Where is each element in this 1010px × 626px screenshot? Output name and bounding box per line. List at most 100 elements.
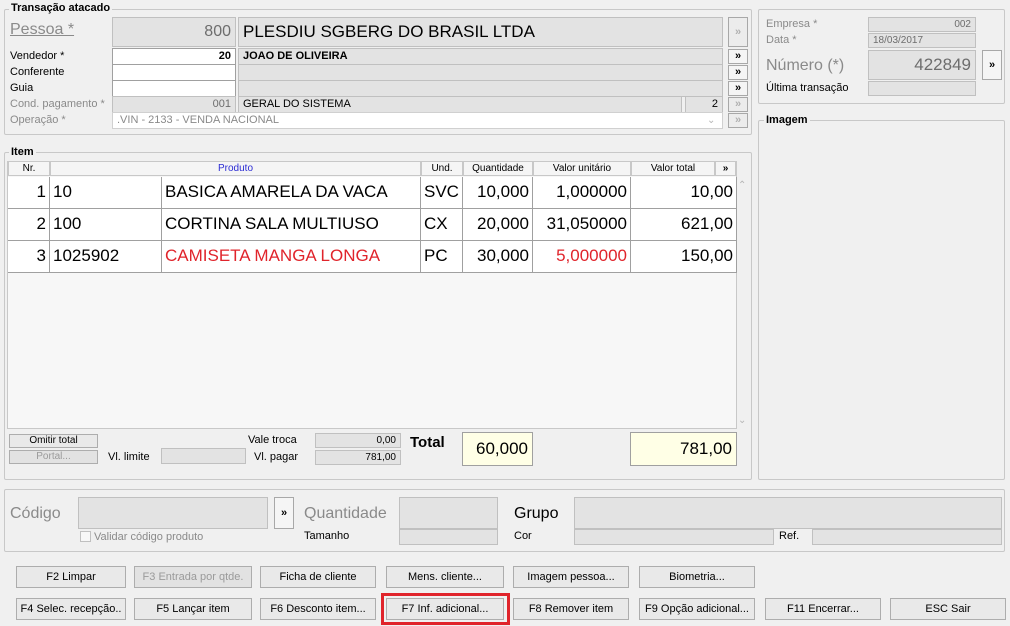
row-3-unit[interactable]: 5,000000: [533, 241, 631, 273]
row-1-und[interactable]: SVC: [421, 177, 463, 209]
columns-menu-button[interactable]: »: [715, 161, 736, 176]
guia-name-field: [238, 80, 723, 97]
row-3-code[interactable]: 1025902: [50, 241, 162, 273]
ficha-cliente-button[interactable]: Ficha de cliente: [260, 566, 376, 588]
column-quantidade[interactable]: Quantidade: [463, 161, 533, 176]
empresa-label: Empresa *: [766, 18, 818, 30]
column-valor-total[interactable]: Valor total: [631, 161, 715, 176]
tamanho-field: [399, 529, 498, 545]
conferente-code-field[interactable]: [112, 64, 236, 81]
ref-label: Ref.: [779, 530, 800, 542]
vendedor-label: Vendedor *: [10, 50, 65, 62]
transacao-title: Transação atacado: [9, 2, 113, 14]
codigo-lookup-button[interactable]: »: [274, 497, 294, 529]
vl-pagar-field: 781,00: [315, 450, 401, 465]
total-label: Total: [410, 434, 445, 451]
scroll-up-icon[interactable]: ⌃: [738, 180, 746, 191]
esc-sair-button[interactable]: ESC Sair: [890, 598, 1006, 620]
vendedor-name-field: JOAO DE OLIVEIRA: [238, 48, 723, 65]
conferente-lookup-button[interactable]: »: [728, 65, 748, 80]
vl-limite-label: Vl. limite: [108, 451, 150, 463]
ultima-transacao-field: [868, 81, 976, 96]
operacao-lookup-button[interactable]: »: [728, 113, 748, 128]
guia-lookup-button[interactable]: »: [728, 81, 748, 96]
scroll-down-icon[interactable]: ⌄: [738, 415, 746, 426]
codigo-input[interactable]: [78, 497, 268, 529]
imagem-pessoa-button[interactable]: Imagem pessoa...: [513, 566, 629, 588]
row-3-und[interactable]: PC: [421, 241, 463, 273]
f5-lancar-item-button[interactable]: F5 Lançar item: [134, 598, 252, 620]
f4-selec-recepcao-button[interactable]: F4 Selec. recepção..: [16, 598, 126, 620]
f11-encerrar-button[interactable]: F11 Encerrar...: [765, 598, 881, 620]
f6-desconto-item-button[interactable]: F6 Desconto item...: [260, 598, 376, 620]
row-2-nr[interactable]: 2: [8, 209, 50, 241]
conferente-name-field: [238, 64, 723, 81]
guia-code-field[interactable]: [112, 80, 236, 97]
pessoa-label: Pessoa *: [10, 21, 75, 38]
cond-pagamento-num-field: 2: [685, 96, 723, 113]
f3-entrada-button[interactable]: F3 Entrada por qtde.: [134, 566, 252, 588]
row-1-qty[interactable]: 10,000: [463, 177, 533, 209]
codigo-label: Código: [10, 505, 61, 522]
column-produto[interactable]: Produto: [50, 161, 421, 176]
vendedor-lookup-button[interactable]: »: [728, 49, 748, 64]
omitir-total-button[interactable]: Omitir total: [9, 434, 98, 448]
row-2-und[interactable]: CX: [421, 209, 463, 241]
vl-pagar-label: Vl. pagar: [254, 451, 299, 463]
row-1-nr[interactable]: 1: [8, 177, 50, 209]
quantidade-label: Quantidade: [304, 505, 387, 522]
row-2-total[interactable]: 621,00: [631, 209, 737, 241]
cond-pagamento-code-field[interactable]: 001: [112, 96, 236, 113]
f8-remover-item-button[interactable]: F8 Remover item: [513, 598, 629, 620]
operacao-label: Operação *: [10, 114, 66, 126]
numero-label: Número (*): [766, 57, 845, 74]
total-qty-field: 60,000: [462, 432, 533, 466]
row-3-qty[interactable]: 30,000: [463, 241, 533, 273]
vale-troca-field: 0,00: [315, 433, 401, 448]
cond-pagamento-label: Cond. pagamento *: [10, 98, 105, 110]
biometria-button[interactable]: Biometria...: [639, 566, 755, 588]
vendedor-code-field[interactable]: 20: [112, 48, 236, 65]
ultima-transacao-label: Última transação: [766, 82, 849, 94]
grupo-label: Grupo: [514, 505, 559, 522]
mens-cliente-button[interactable]: Mens. cliente...: [386, 566, 504, 588]
portal-button[interactable]: Portal...: [9, 450, 98, 464]
data-label: Data *: [766, 34, 797, 46]
f7-highlight-box: [381, 593, 510, 625]
column-und[interactable]: Und.: [421, 161, 463, 176]
row-3-desc[interactable]: CAMISETA MANGA LONGA: [162, 241, 421, 273]
validar-label: Validar código produto: [94, 531, 204, 543]
ref-field: [812, 529, 1002, 545]
vl-limite-field: [161, 448, 246, 464]
guia-label: Guia: [10, 82, 34, 94]
conferente-label: Conferente: [10, 66, 65, 78]
row-2-code[interactable]: 100: [50, 209, 162, 241]
operacao-select[interactable]: .VIN - 2133 - VENDA NACIONAL: [112, 112, 723, 129]
grupo-field: [574, 497, 1002, 529]
column-nr[interactable]: Nr.: [8, 161, 50, 176]
row-3-total[interactable]: 150,00: [631, 241, 737, 273]
data-field: 18/03/2017: [868, 33, 976, 48]
cond-pagamento-lookup-button[interactable]: »: [728, 97, 748, 112]
validar-checkbox[interactable]: [80, 531, 91, 542]
numero-lookup-button[interactable]: »: [982, 50, 1002, 80]
f9-opcao-adicional-button[interactable]: F9 Opção adicional...: [639, 598, 755, 620]
row-1-unit[interactable]: 1,000000: [533, 177, 631, 209]
total-value-field: 781,00: [630, 432, 737, 466]
row-3-nr[interactable]: 3: [8, 241, 50, 273]
row-1-code[interactable]: 10: [50, 177, 162, 209]
pessoa-code-field[interactable]: 800: [112, 17, 236, 47]
column-valor-unitario[interactable]: Valor unitário: [533, 161, 631, 176]
pessoa-lookup-button[interactable]: »: [728, 17, 748, 47]
row-1-desc[interactable]: BASICA AMARELA DA VACA: [162, 177, 421, 209]
row-2-desc[interactable]: CORTINA SALA MULTIUSO: [162, 209, 421, 241]
row-2-qty[interactable]: 20,000: [463, 209, 533, 241]
f2-limpar-button[interactable]: F2 Limpar: [16, 566, 126, 588]
cor-field: [574, 529, 774, 545]
quantidade-input[interactable]: [399, 497, 498, 529]
row-1-total[interactable]: 10,00: [631, 177, 737, 209]
row-2-unit[interactable]: 31,050000: [533, 209, 631, 241]
cor-label: Cor: [514, 530, 532, 542]
tamanho-label: Tamanho: [304, 530, 350, 542]
vale-troca-label: Vale troca: [248, 434, 297, 446]
